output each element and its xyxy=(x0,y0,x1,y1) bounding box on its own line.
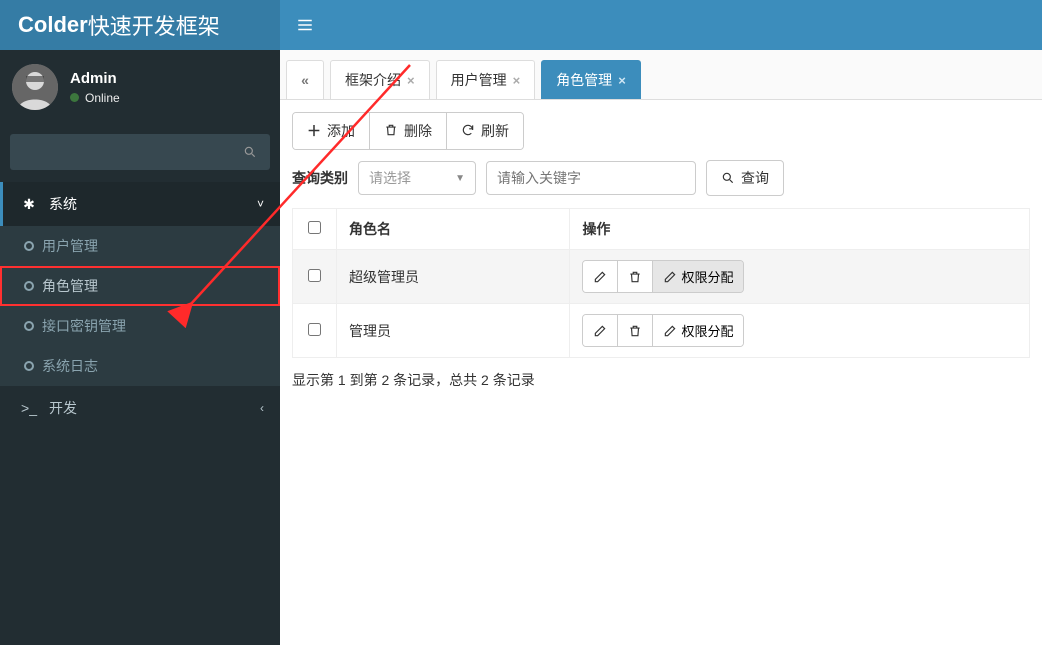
double-chevron-left-icon: « xyxy=(301,72,309,88)
refresh-button[interactable]: 刷新 xyxy=(446,113,523,149)
row-checkbox[interactable] xyxy=(308,269,321,282)
row-delete-button[interactable] xyxy=(617,261,652,292)
tab-bar: « 框架介绍× 用户管理× 角色管理× xyxy=(280,50,1042,100)
brand-bold: Colder xyxy=(18,12,88,38)
tab-back[interactable]: « xyxy=(286,60,324,99)
tab-user-mgmt[interactable]: 用户管理× xyxy=(436,60,536,99)
chevron-down-icon: ˅ xyxy=(257,197,264,211)
table-row[interactable]: 管理员 权限分配 xyxy=(293,304,1030,358)
terminal-icon: >_ xyxy=(19,400,39,416)
tab-role-mgmt[interactable]: 角色管理× xyxy=(541,60,641,99)
sidebar-item-role-mgmt[interactable]: 角色管理 xyxy=(0,266,280,306)
role-table: 角色名 操作 超级管理员 权限分配 xyxy=(292,208,1030,358)
search-icon[interactable] xyxy=(230,134,270,170)
menu-dev-label: 开发 xyxy=(49,398,77,418)
row-edit-button[interactable] xyxy=(583,315,617,346)
ring-icon xyxy=(24,241,34,251)
ring-icon xyxy=(24,361,34,371)
col-ops: 操作 xyxy=(570,209,1030,250)
sidebar-item-user-mgmt[interactable]: 用户管理 xyxy=(0,226,280,266)
close-icon[interactable]: × xyxy=(513,73,521,88)
trash-icon xyxy=(384,123,398,140)
sidebar-search[interactable] xyxy=(10,134,270,170)
user-status: Online xyxy=(70,91,120,105)
row-checkbox[interactable] xyxy=(308,323,321,336)
row-name: 管理员 xyxy=(337,304,570,358)
user-name: Admin xyxy=(70,70,120,87)
search-button[interactable]: 查询 xyxy=(706,160,784,196)
sidebar-item-syslog[interactable]: 系统日志 xyxy=(0,346,280,386)
row-delete-button[interactable] xyxy=(617,315,652,346)
toolbar: ＋添加 删除 刷新 xyxy=(292,112,524,150)
sidebar-toggle[interactable] xyxy=(280,0,330,50)
filter-keyword-input[interactable] xyxy=(486,161,696,195)
avatar[interactable] xyxy=(12,64,58,110)
row-perm-button[interactable]: 权限分配 xyxy=(652,315,743,346)
tab-intro[interactable]: 框架介绍× xyxy=(330,60,430,99)
sidebar-search-input[interactable] xyxy=(10,134,230,170)
sidebar: Admin Online ✱ 系统 ˅ xyxy=(0,50,280,645)
delete-button[interactable]: 删除 xyxy=(369,113,446,149)
select-placeholder: 请选择 xyxy=(369,168,411,188)
pager-info: 显示第 1 到第 2 条记录，总共 2 条记录 xyxy=(280,358,1042,402)
gear-icon: ✱ xyxy=(19,196,39,213)
ring-icon xyxy=(24,281,34,291)
plus-icon: ＋ xyxy=(307,121,321,141)
close-icon[interactable]: × xyxy=(407,73,415,88)
caret-down-icon: ▼ xyxy=(455,173,465,184)
refresh-icon xyxy=(461,123,475,140)
chevron-left-icon: ‹ xyxy=(260,401,264,415)
menu-dev[interactable]: >_ 开发 ‹ xyxy=(0,386,280,430)
ring-icon xyxy=(24,321,34,331)
menu-system[interactable]: ✱ 系统 ˅ xyxy=(0,182,280,226)
online-dot-icon xyxy=(70,93,79,102)
brand-rest: 快速开发框架 xyxy=(88,9,220,41)
select-all-checkbox[interactable] xyxy=(308,221,321,234)
brand-logo[interactable]: Colder快速开发框架 xyxy=(0,0,280,50)
close-icon[interactable]: × xyxy=(618,73,626,88)
table-row[interactable]: 超级管理员 权限分配 xyxy=(293,250,1030,304)
user-panel: Admin Online xyxy=(0,50,280,124)
row-name: 超级管理员 xyxy=(337,250,570,304)
menu-system-label: 系统 xyxy=(49,194,77,214)
add-button[interactable]: ＋添加 xyxy=(293,113,369,149)
col-name: 角色名 xyxy=(337,209,570,250)
row-edit-button[interactable] xyxy=(583,261,617,292)
row-perm-button[interactable]: 权限分配 xyxy=(652,261,743,292)
filter-label: 查询类别 xyxy=(292,168,348,188)
filter-category-select[interactable]: 请选择 ▼ xyxy=(358,161,476,195)
sidebar-item-api-keys[interactable]: 接口密钥管理 xyxy=(0,306,280,346)
